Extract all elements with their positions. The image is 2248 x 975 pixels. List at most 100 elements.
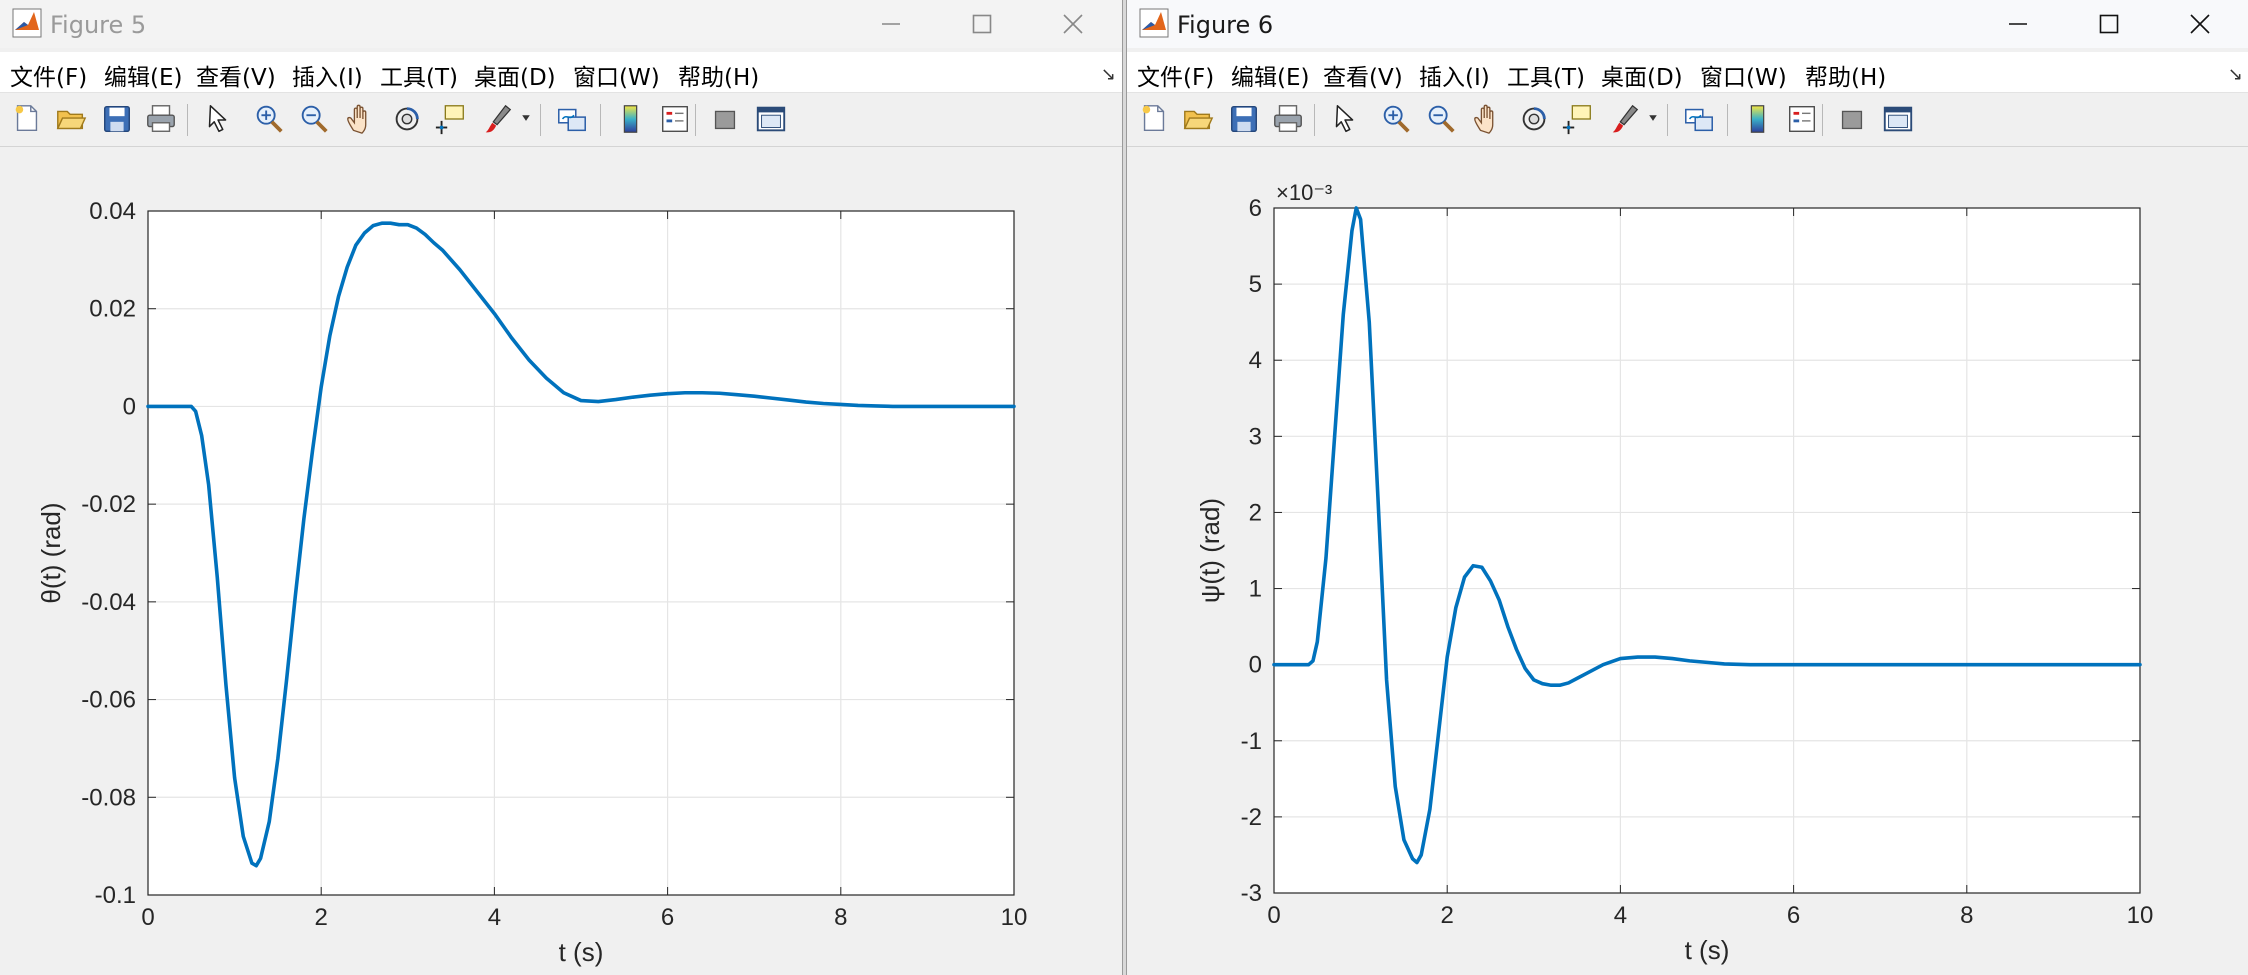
zoom-in-button[interactable] <box>1377 100 1415 138</box>
menu-file[interactable]: 文件(F) <box>1137 58 1214 92</box>
brush-dropdown-button[interactable] <box>518 100 534 138</box>
y-tick-label: 4 <box>1249 347 1262 374</box>
x-tick-label: 8 <box>1960 902 1973 929</box>
y-tick-label: -0.02 <box>81 491 136 518</box>
x-tick-label: 0 <box>141 904 154 931</box>
brush-dropdown-button[interactable] <box>1645 100 1661 138</box>
toolbar-separator <box>1727 104 1728 136</box>
link-plot-button[interactable] <box>1680 100 1718 138</box>
hide-plot-tools-icon <box>714 110 736 130</box>
data-cursor-button[interactable] <box>1559 100 1597 138</box>
colorbar-button[interactable] <box>612 100 650 138</box>
open-file-button[interactable] <box>52 100 90 138</box>
exponent-label: ×10⁻³ <box>1276 180 1332 205</box>
y-tick-label: -0.08 <box>81 784 136 811</box>
new-figure-button[interactable] <box>1135 100 1173 138</box>
show-plot-tools-button[interactable] <box>1879 100 1917 138</box>
zoom-out-icon <box>301 105 328 133</box>
print-icon <box>147 105 175 132</box>
y-tick-label: -0.06 <box>81 687 136 714</box>
new-figure-button[interactable] <box>8 100 46 138</box>
menu-insert[interactable]: 插入(I) <box>1419 58 1490 92</box>
x-tick-label: 0 <box>1267 902 1280 929</box>
menu-window[interactable]: 窗口(W) <box>1700 58 1787 92</box>
maximize-button[interactable] <box>949 0 1015 48</box>
menu-file[interactable]: 文件(F) <box>10 58 87 92</box>
menu-help[interactable]: 帮助(H) <box>678 58 759 92</box>
print-button[interactable] <box>142 100 180 138</box>
menu-tools[interactable]: 工具(T) <box>1507 58 1585 92</box>
title-bar[interactable]: Figure 5 <box>0 0 1122 48</box>
pan-hand-icon <box>1474 104 1494 134</box>
open-file-button[interactable] <box>1179 100 1217 138</box>
x-tick-label: 6 <box>661 904 674 931</box>
save-icon <box>1231 106 1257 132</box>
legend-icon <box>662 106 688 132</box>
y-tick-label: -0.04 <box>81 589 136 616</box>
menu-desktop[interactable]: 桌面(D) <box>474 58 556 92</box>
plot-area: 0 2 4 6 8 10 -0.1 -0.08 -0.06 -0.04 -0.02 0 0.02 0.04… <box>36 198 1027 967</box>
axes-background <box>148 211 1014 895</box>
pan-hand-icon <box>347 104 367 134</box>
maximize-button[interactable] <box>2076 0 2142 48</box>
menu-edit[interactable]: 编辑(E) <box>104 58 182 92</box>
zoom-out-button[interactable] <box>295 100 333 138</box>
y-tick-label: 0 <box>123 393 136 420</box>
print-button[interactable] <box>1269 100 1307 138</box>
menu-view[interactable]: 查看(V) <box>1323 58 1403 92</box>
x-tick-label: 6 <box>1787 902 1800 929</box>
minimize-icon <box>2009 23 2027 25</box>
save-button[interactable] <box>1225 100 1263 138</box>
pointer-button[interactable] <box>1326 100 1364 138</box>
brush-icon <box>1612 104 1639 133</box>
hide-plot-tools-icon <box>1841 110 1863 130</box>
toolbar-separator <box>540 104 541 136</box>
menu-insert[interactable]: 插入(I) <box>292 58 363 92</box>
y-axis-label: θ(t) (rad) <box>36 502 66 603</box>
link-plot-button[interactable] <box>553 100 591 138</box>
save-button[interactable] <box>98 100 136 138</box>
pan-hand-button[interactable] <box>342 100 380 138</box>
dock-arrow-icon[interactable]: ↘ <box>2228 64 2243 85</box>
zoom-out-button[interactable] <box>1422 100 1460 138</box>
menu-desktop[interactable]: 桌面(D) <box>1601 58 1683 92</box>
open-file-icon <box>1183 110 1214 130</box>
legend-button[interactable] <box>1783 100 1821 138</box>
pan-hand-button[interactable] <box>1469 100 1507 138</box>
menu-view[interactable]: 查看(V) <box>196 58 276 92</box>
minimize-button[interactable] <box>858 0 924 48</box>
matlab-logo-icon <box>12 8 42 38</box>
legend-button[interactable] <box>656 100 694 138</box>
zoom-in-button[interactable] <box>250 100 288 138</box>
data-cursor-icon <box>1562 105 1591 135</box>
maximize-icon <box>972 14 992 34</box>
show-plot-tools-button[interactable] <box>752 100 790 138</box>
hide-plot-tools-button[interactable] <box>706 100 744 138</box>
new-figure-icon <box>1142 105 1165 132</box>
pointer-button[interactable] <box>199 100 237 138</box>
y-tick-label: 5 <box>1249 271 1262 298</box>
menu-help[interactable]: 帮助(H) <box>1805 58 1886 92</box>
brush-button[interactable] <box>479 100 517 138</box>
colorbar-button[interactable] <box>1739 100 1777 138</box>
minimize-button[interactable] <box>1985 0 2051 48</box>
dock-arrow-icon[interactable]: ↘ <box>1101 64 1116 85</box>
title-bar[interactable]: Figure 6 <box>1127 0 2248 48</box>
rotate-3d-button[interactable] <box>1515 100 1553 138</box>
menu-tools[interactable]: 工具(T) <box>380 58 458 92</box>
rotate-3d-button[interactable] <box>388 100 426 138</box>
axes-background <box>1274 208 2140 893</box>
x-axis-label: t (s) <box>559 937 604 967</box>
close-button[interactable] <box>1040 0 1106 48</box>
menu-window[interactable]: 窗口(W) <box>573 58 660 92</box>
minimize-icon <box>882 23 900 25</box>
show-plot-tools-icon <box>756 106 786 132</box>
plot-area: 0 2 4 6 8 10 -3 -2 -1 0 1 2 3 4 5 6 ×10⁻³ t (s) ψ(t) (rad) <box>1195 180 2153 965</box>
y-tick-label: 0.02 <box>89 296 136 323</box>
data-cursor-button[interactable] <box>432 100 470 138</box>
close-button[interactable] <box>2167 0 2233 48</box>
menu-edit[interactable]: 编辑(E) <box>1231 58 1309 92</box>
print-icon <box>1274 105 1302 132</box>
hide-plot-tools-button[interactable] <box>1833 100 1871 138</box>
brush-button[interactable] <box>1606 100 1644 138</box>
